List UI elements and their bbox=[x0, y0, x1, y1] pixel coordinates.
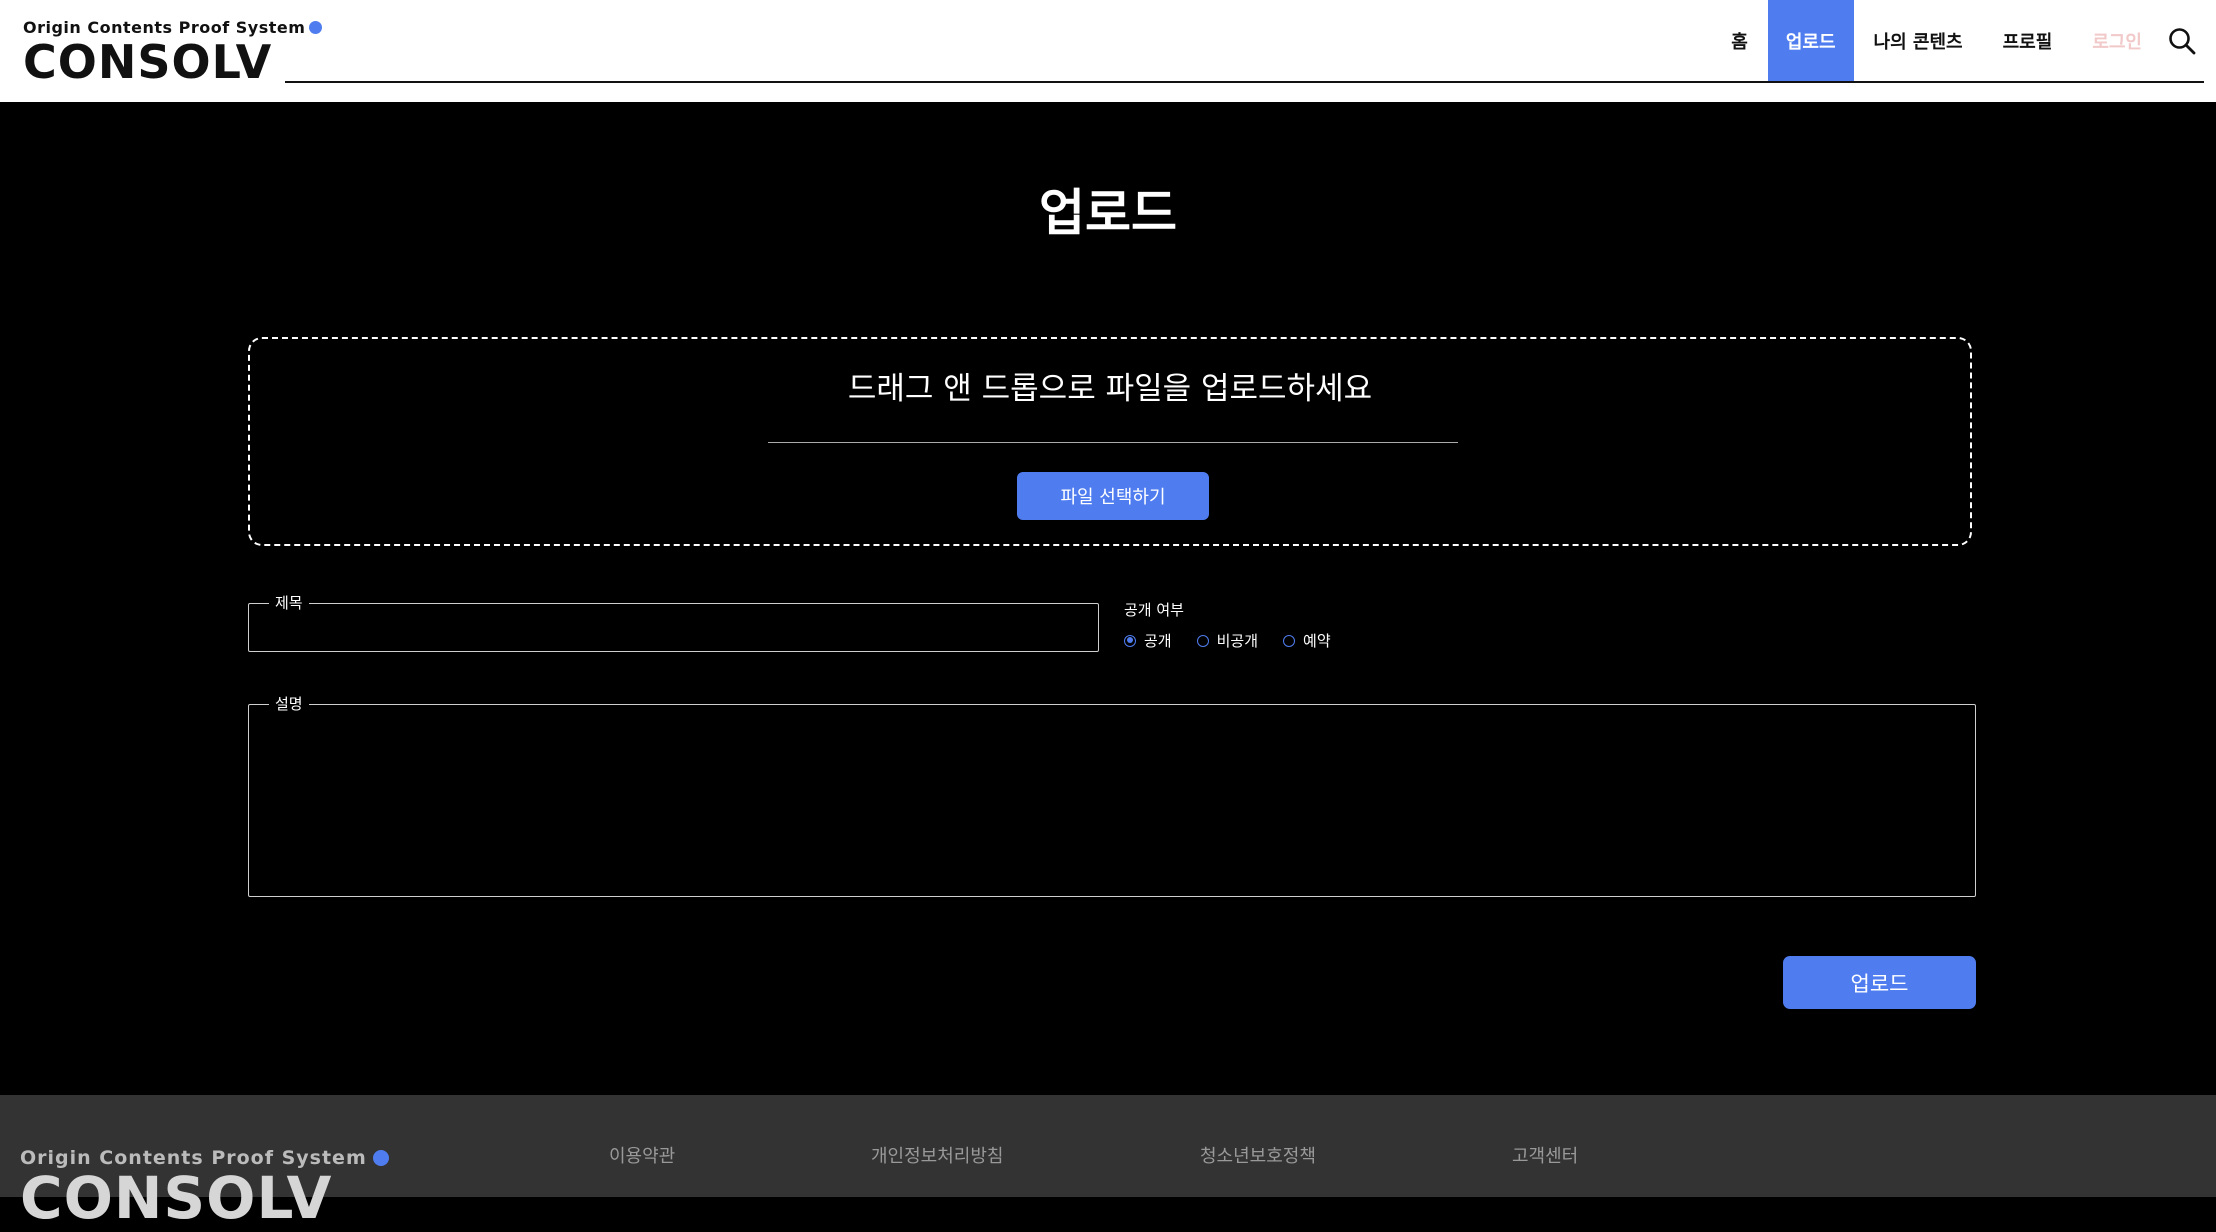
dropzone-instruction: 드래그 앤 드롭으로 파일을 업로드하세요 bbox=[847, 371, 1373, 407]
title-field-label: 제목 bbox=[275, 594, 303, 612]
title-input[interactable] bbox=[261, 611, 1090, 653]
description-field-label: 설명 bbox=[275, 695, 303, 713]
description-textarea[interactable] bbox=[261, 712, 1967, 900]
radio-selected-icon[interactable] bbox=[1124, 634, 1136, 647]
upload-submit-button[interactable]: 업로드 bbox=[1783, 956, 1976, 1009]
title-field: 제목 bbox=[248, 594, 1099, 653]
header-divider bbox=[285, 81, 2204, 83]
visibility-option-label: 예약 bbox=[1303, 632, 1331, 650]
radio-unselected-icon[interactable] bbox=[1283, 634, 1296, 647]
search-button[interactable] bbox=[2162, 0, 2216, 81]
page-title: 업로드 bbox=[1039, 184, 1177, 242]
dropzone-divider bbox=[768, 442, 1458, 443]
radio-unselected-icon[interactable] bbox=[1196, 634, 1209, 647]
visibility-option-public[interactable]: 공개 bbox=[1124, 630, 1172, 651]
search-icon bbox=[2169, 27, 2196, 54]
visibility-option-label: 비공개 bbox=[1216, 632, 1259, 650]
brand-name: CONSOLV bbox=[23, 35, 273, 89]
footer-link-privacy[interactable]: 개인정보처리방침 bbox=[871, 1145, 1003, 1169]
visibility-options: 공개 비공개 예약 bbox=[1124, 630, 1356, 651]
visibility-label: 공개 여부 bbox=[1124, 601, 1184, 619]
nav-item-home[interactable]: 홈 bbox=[1711, 0, 1768, 81]
visibility-group: 공개 여부 공개 비공개 예약 bbox=[1124, 599, 1356, 651]
brand-logo[interactable]: Origin Contents Proof System CONSOLV bbox=[23, 18, 323, 89]
choose-file-button[interactable]: 파일 선택하기 bbox=[1017, 472, 1209, 520]
nav-item-login[interactable]: 로그인 bbox=[2072, 0, 2162, 81]
description-field: 설명 bbox=[248, 695, 1976, 900]
footer-link-youth-policy[interactable]: 청소년보호정책 bbox=[1200, 1145, 1316, 1169]
visibility-option-private[interactable]: 비공개 bbox=[1196, 630, 1259, 651]
footer-brand-dot-icon bbox=[372, 1150, 389, 1166]
footer-logo[interactable]: Origin Contents Proof System CONSOLV bbox=[20, 1147, 389, 1227]
footer-link-support[interactable]: 고객센터 bbox=[1512, 1145, 1578, 1169]
nav-item-upload[interactable]: 업로드 bbox=[1767, 0, 1854, 81]
site-header: Origin Contents Proof System CONSOLV 홈 업… bbox=[0, 0, 2216, 102]
file-dropzone[interactable]: 드래그 앤 드롭으로 파일을 업로드하세요 파일 선택하기 bbox=[248, 337, 1972, 546]
visibility-option-scheduled[interactable]: 예약 bbox=[1283, 630, 1331, 651]
footer-brand-name: CONSOLV bbox=[20, 1164, 333, 1232]
footer-link-terms[interactable]: 이용약관 bbox=[609, 1145, 675, 1169]
nav-item-my-contents[interactable]: 나의 콘텐츠 bbox=[1854, 0, 1983, 81]
nav-item-profile[interactable]: 프로필 bbox=[1983, 0, 2073, 81]
site-footer: Origin Contents Proof System CONSOLV 이용약… bbox=[0, 1095, 2216, 1227]
main-nav: 홈 업로드 나의 콘텐츠 프로필 로그인 bbox=[1711, 0, 2216, 81]
brand-dot-icon bbox=[309, 21, 323, 34]
visibility-option-label: 공개 bbox=[1144, 632, 1172, 650]
